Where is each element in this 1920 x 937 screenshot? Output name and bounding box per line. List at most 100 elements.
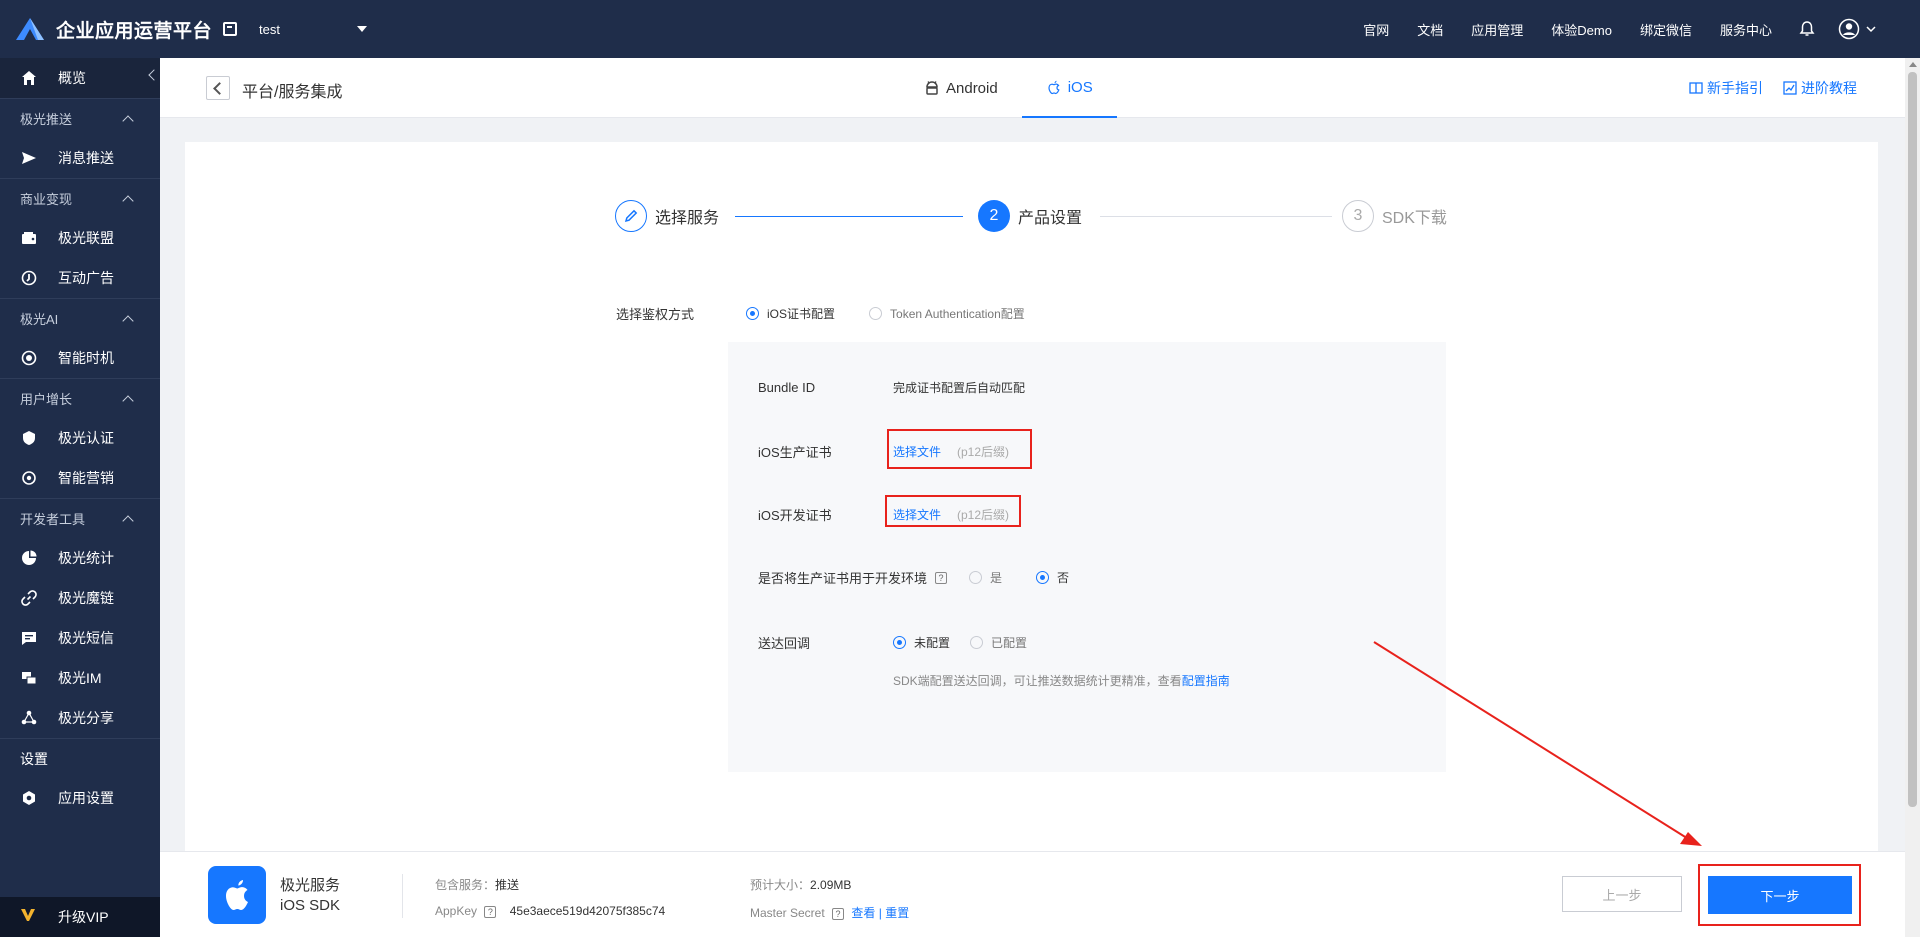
sdk-name: 极光服务 iOS SDK: [280, 876, 340, 916]
sidebar-group-label: 极光推送: [20, 112, 73, 127]
sidebar-item-label: 智能时机: [58, 350, 114, 366]
nav-link-service[interactable]: 服务中心: [1720, 20, 1772, 39]
use-prod-row: 是否将生产证书用于开发环境 ? 是 否: [758, 568, 1103, 587]
chevron-up-icon: [122, 114, 134, 127]
sidebar-item-share[interactable]: 极光分享: [0, 698, 160, 738]
page-scrollbar[interactable]: [1905, 58, 1920, 937]
page-header: 平台/服务集成 Android iOS 新手指引 进阶教程: [160, 58, 1905, 118]
sidebar-item-stats[interactable]: 极光统计: [0, 538, 160, 578]
use-prod-no[interactable]: 否: [1036, 569, 1069, 586]
secret-view-link[interactable]: 查看: [851, 906, 875, 920]
pie-icon: [20, 549, 38, 567]
sidebar-item-app-settings[interactable]: 应用设置: [0, 778, 160, 818]
back-button[interactable]: [206, 76, 230, 100]
sidebar-item-smart-timing[interactable]: 智能时机: [0, 338, 160, 378]
annotation-box: [1698, 864, 1861, 926]
chevron-up-icon: [122, 394, 134, 407]
caret-down-icon: [357, 26, 367, 32]
link-icon: [20, 589, 38, 607]
sidebar-item-sms[interactable]: 极光短信: [0, 618, 160, 658]
sidebar-item-im[interactable]: 极光IM: [0, 658, 160, 698]
sidebar-item-overview[interactable]: 概览: [0, 58, 160, 98]
secret-reset-link[interactable]: 重置: [885, 906, 909, 920]
auth-option-token[interactable]: Token Authentication配置: [869, 305, 1025, 322]
sidebar-item-message-push[interactable]: 消息推送: [0, 138, 160, 178]
services-info: 包含服务：推送: [435, 876, 519, 893]
sidebar-group-ai[interactable]: 极光AI: [0, 298, 160, 338]
sidebar-item-magic-link[interactable]: 极光魔链: [0, 578, 160, 618]
shield-icon: [20, 429, 38, 447]
sidebar-item-label: 极光短信: [58, 630, 114, 646]
stepper: 选择服务 2 产品设置 3 SDK下载: [615, 200, 1455, 240]
bundle-id-row: Bundle ID 完成证书配置后自动匹配: [758, 379, 1025, 396]
user-menu[interactable]: [1838, 18, 1876, 40]
radio-label: 已配置: [991, 636, 1028, 650]
nav-link-wechat[interactable]: 绑定微信: [1640, 20, 1692, 39]
help-icon[interactable]: ?: [484, 906, 497, 918]
sidebar-item-label: 极光认证: [58, 430, 114, 446]
sidebar-group-growth[interactable]: 用户增长: [0, 378, 160, 418]
annotation-box: [885, 495, 1021, 527]
auth-method-row: 选择鉴权方式 iOS证书配置 Token Authentication配置: [616, 304, 1059, 323]
upgrade-vip-button[interactable]: 升级VIP: [0, 897, 160, 937]
ai-icon: [20, 349, 38, 367]
callback-row: 送达回调 未配置 已配置: [758, 633, 1061, 652]
size-value: 2.09MB: [810, 878, 852, 892]
radio-label: 否: [1057, 571, 1070, 585]
beginner-guide-link[interactable]: 新手指引: [1689, 78, 1763, 98]
meta-label: 包含服务：: [435, 878, 496, 892]
collapse-sidebar-icon[interactable]: [148, 69, 160, 81]
sdk-title: 极光服务: [280, 877, 341, 894]
sidebar-group-settings: 设置: [0, 738, 160, 778]
help-icon[interactable]: ?: [935, 571, 948, 584]
app-selector[interactable]: test: [223, 22, 367, 37]
help-link-label: 新手指引: [1707, 80, 1763, 96]
nav-link-app-manage[interactable]: 应用管理: [1471, 20, 1523, 39]
tab-android[interactable]: Android: [900, 58, 1022, 118]
brand[interactable]: 企业应用运营平台: [0, 16, 215, 43]
pencil-icon: [615, 200, 647, 232]
radio-label: 是: [990, 571, 1003, 585]
help-icon[interactable]: ?: [832, 908, 845, 920]
sidebar-item-alliance[interactable]: 极光联盟: [0, 218, 160, 258]
step-connector: [735, 216, 963, 217]
vip-label: 升级VIP: [58, 909, 109, 925]
auth-option-cert[interactable]: iOS证书配置: [746, 305, 835, 322]
sidebar-group-push[interactable]: 极光推送: [0, 98, 160, 138]
sidebar-group-monetize[interactable]: 商业变现: [0, 178, 160, 218]
step-number: 3: [1342, 200, 1374, 232]
message-icon: [20, 629, 38, 647]
sidebar-item-marketing[interactable]: 智能营销: [0, 458, 160, 498]
chevron-up-icon: [122, 194, 134, 207]
callback-unconfigured[interactable]: 未配置: [893, 634, 950, 651]
chat-icon: [20, 669, 38, 687]
scroll-up-icon[interactable]: [1909, 62, 1917, 67]
brand-title: 企业应用运营平台: [56, 20, 213, 42]
config-guide-link[interactable]: 配置指南: [1182, 674, 1230, 688]
nav-link-official[interactable]: 官网: [1363, 20, 1389, 39]
radio-dot: [869, 307, 883, 320]
sidebar-item-label: 应用设置: [58, 790, 114, 806]
sidebar-item-label: 极光统计: [58, 550, 114, 566]
meta-label: AppKey: [435, 904, 478, 918]
sdk-subtitle: iOS SDK: [280, 897, 341, 914]
bell-icon[interactable]: [1798, 20, 1816, 38]
use-prod-yes[interactable]: 是: [969, 569, 1002, 586]
nav-link-docs[interactable]: 文档: [1417, 20, 1443, 39]
tab-ios[interactable]: iOS: [1021, 58, 1117, 118]
sidebar-item-label: 极光联盟: [58, 230, 114, 246]
field-label: iOS生产证书: [758, 445, 832, 460]
nav-link-demo[interactable]: 体验Demo: [1551, 20, 1612, 39]
sidebar-item-auth[interactable]: 极光认证: [0, 418, 160, 458]
sdk-logo: [208, 866, 266, 924]
step-number: 2: [978, 200, 1010, 232]
advanced-tutorial-link[interactable]: 进阶教程: [1783, 78, 1857, 98]
sidebar-group-devtools[interactable]: 开发者工具: [0, 498, 160, 538]
radio-dot: [893, 636, 906, 649]
sidebar-item-interactive-ad[interactable]: 互动广告: [0, 258, 160, 298]
prev-step-button[interactable]: 上一步: [1562, 876, 1682, 912]
bundle-id-value: 完成证书配置后自动匹配: [893, 381, 1026, 395]
scroll-thumb[interactable]: [1908, 72, 1917, 807]
sidebar-item-label: 消息推送: [58, 150, 114, 166]
callback-configured[interactable]: 已配置: [970, 634, 1027, 651]
